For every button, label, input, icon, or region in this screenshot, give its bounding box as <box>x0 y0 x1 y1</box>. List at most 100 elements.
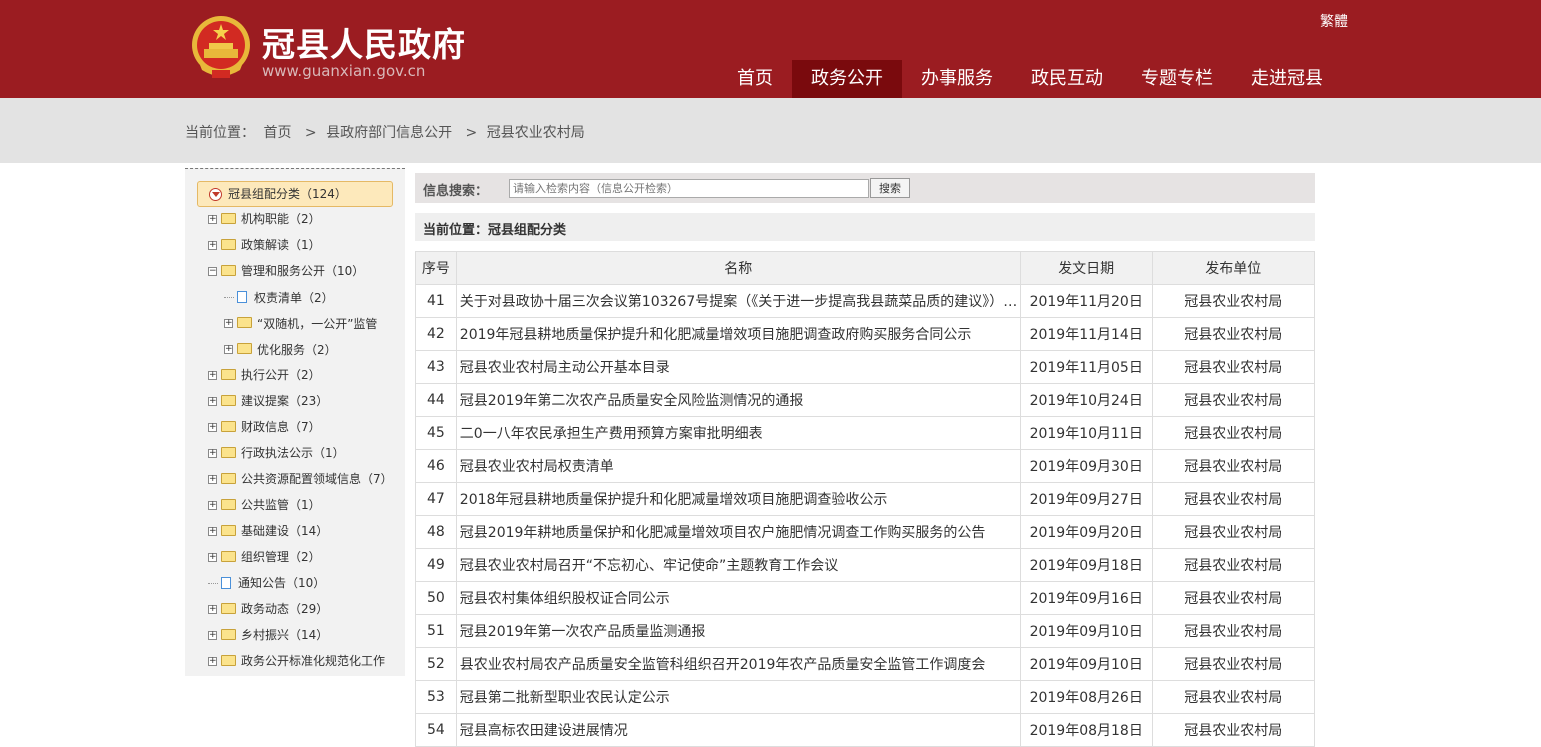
search-button[interactable]: 搜索 <box>870 178 910 198</box>
table-row: 44 冠县2019年第二次农产品质量安全风险监测情况的通报 2019年10月24日冠… <box>415 383 1316 417</box>
row-unit: 冠县农业农村局 <box>1151 515 1316 549</box>
tree-node-label: 公共监管（1） <box>241 498 321 512</box>
collapse-icon[interactable]: − <box>208 267 217 276</box>
nav-item-0[interactable]: 首页 <box>718 60 792 98</box>
expand-icon[interactable]: + <box>208 241 217 250</box>
tree-node[interactable]: + 机构职能（2） <box>208 209 321 229</box>
expand-icon[interactable]: + <box>208 657 217 666</box>
row-title-link[interactable]: 关于对县政协十届三次会议第103267号提案（《关于进一步提高我县蔬菜品质的建议… <box>455 284 1021 318</box>
tree-node[interactable]: + 优化服务（2） <box>224 339 337 359</box>
nav-item-5[interactable]: 走进冠县 <box>1232 60 1342 98</box>
row-date: 2019年09月18日 <box>1019 548 1153 582</box>
tree-node[interactable]: 权责清单（2） <box>224 287 334 307</box>
row-title-link[interactable]: 2019年冠县耕地质量保护提升和化肥减量增效项目施肥调查政府购买服务合同公示 <box>455 317 1021 351</box>
row-title-link[interactable]: 冠县2019年第二次农产品质量安全风险监测情况的通报 <box>455 383 1021 417</box>
traditional-chinese-link[interactable]: 繁體 <box>1320 11 1348 31</box>
expand-icon[interactable]: + <box>208 215 217 224</box>
row-title-link[interactable]: 冠县农业农村局主动公开基本目录 <box>455 350 1021 384</box>
row-unit: 冠县农业农村局 <box>1151 680 1316 714</box>
breadcrumb-current[interactable]: 冠县农业农村局 <box>487 125 585 141</box>
header-unit: 发布单位 <box>1151 251 1316 285</box>
table-row: 54 冠县高标农田建设进展情况 2019年08月18日 冠县农业农村局 <box>415 713 1316 747</box>
expand-icon[interactable]: + <box>208 397 217 406</box>
row-number: 43 <box>415 350 457 384</box>
tree-node[interactable]: + 建议提案（23） <box>208 391 328 411</box>
row-date: 2019年09月20日 <box>1019 515 1153 549</box>
nav-item-2[interactable]: 办事服务 <box>902 60 1012 98</box>
breadcrumb-home[interactable]: 首页 <box>263 125 291 141</box>
nav-item-1[interactable]: 政务公开 <box>792 60 902 98</box>
expand-icon[interactable]: + <box>208 527 217 536</box>
position-bar: 当前位置：冠县组配分类 <box>415 213 1315 241</box>
folder-icon <box>221 421 236 432</box>
expand-icon[interactable]: + <box>208 475 217 484</box>
tree-node[interactable]: + 财政信息（7） <box>208 417 321 437</box>
table-row: 43 冠县农业农村局主动公开基本目录 2019年11月05日 冠县农业农村局 <box>415 350 1316 384</box>
tree-node[interactable]: − 管理和服务公开（10） <box>208 261 364 281</box>
tree-node-label: 执行公开（2） <box>241 368 321 382</box>
tree-node[interactable]: + 公共资源配置领域信息（7） <box>208 469 393 489</box>
folder-icon <box>221 213 236 224</box>
expand-icon[interactable]: + <box>224 345 233 354</box>
tree-node[interactable]: + 基础建设（14） <box>208 521 328 541</box>
tree-node[interactable]: + 行政执法公示（1） <box>208 443 345 463</box>
table-row: 52 县农业农村局农产品质量安全监管科组织召开2019年农产品质量安全监管工作调度… <box>415 647 1316 681</box>
expand-icon[interactable]: + <box>208 553 217 562</box>
tree-node[interactable]: + 政务公开标准化规范化工作 <box>208 651 385 671</box>
tree-node[interactable]: + 执行公开（2） <box>208 365 321 385</box>
row-number: 41 <box>415 284 457 318</box>
row-title-link[interactable]: 2018年冠县耕地质量保护提升和化肥减量增效项目施肥调查验收公示 <box>455 482 1021 516</box>
expand-icon[interactable]: + <box>208 631 217 640</box>
tree-node[interactable]: 通知公告（10） <box>208 573 325 593</box>
tree-node-label: 政务公开标准化规范化工作 <box>241 654 386 668</box>
row-unit: 冠县农业农村局 <box>1151 647 1316 681</box>
expand-icon[interactable]: + <box>208 605 217 614</box>
table-row: 41 关于对县政协十届三次会议第103267号提案（《关于进一步提高我县蔬菜品质的… <box>415 284 1316 318</box>
folder-icon <box>221 525 236 536</box>
tree-root-item[interactable]: 冠县组配分类（124） <box>197 181 393 207</box>
row-title-link[interactable]: 冠县农业农村局召开“不忘初心、牢记使命”主题教育工作会议 <box>455 548 1021 582</box>
row-unit: 冠县农业农村局 <box>1151 284 1316 318</box>
position-title: 当前位置：冠县组配分类 <box>423 223 567 238</box>
row-title-link[interactable]: 冠县2019年第一次农产品质量监测通报 <box>455 614 1021 648</box>
category-tree: 冠县组配分类（124） + 机构职能（2） + 政策解读（1） − 管理和服务公开（10）… <box>185 168 405 676</box>
nav-item-4[interactable]: 专题专栏 <box>1122 60 1232 98</box>
table-row: 45 二0一八年农民承担生产费用预算方案审批明细表 2019年10月11日 冠县农业农… <box>415 416 1316 450</box>
row-title-link[interactable]: 冠县高标农田建设进展情况 <box>455 713 1021 747</box>
search-bar: 信息搜索： 搜索 <box>415 173 1315 203</box>
breadcrumb-separator: > <box>465 125 478 141</box>
folder-icon <box>221 369 236 380</box>
row-title-link[interactable]: 冠县第二批新型职业农民认定公示 <box>455 680 1021 714</box>
tree-node-label: 通知公告（10） <box>238 576 326 590</box>
expand-icon[interactable]: + <box>208 501 217 510</box>
site-url: www.guanxian.gov.cn <box>262 62 426 80</box>
row-title-link[interactable]: 冠县农村集体组织股权证合同公示 <box>455 581 1021 615</box>
row-unit: 冠县农业农村局 <box>1151 482 1316 516</box>
tree-node[interactable]: + “双随机，一公开”监管 <box>224 313 377 333</box>
folder-icon <box>221 447 236 458</box>
row-title-link[interactable]: 二0一八年农民承担生产费用预算方案审批明细表 <box>455 416 1021 450</box>
row-date: 2019年09月30日 <box>1019 449 1153 483</box>
tree-node[interactable]: + 乡村振兴（14） <box>208 625 328 645</box>
breadcrumb-dept-info[interactable]: 县政府部门信息公开 <box>326 125 452 141</box>
row-title-link[interactable]: 冠县农业农村局权责清单 <box>455 449 1021 483</box>
tree-node[interactable]: + 政务动态（29） <box>208 599 328 619</box>
emblem-icon <box>192 16 250 78</box>
tree-node[interactable]: + 组织管理（2） <box>208 547 321 567</box>
row-title-link[interactable]: 冠县2019年耕地质量保护和化肥减量增效项目农户施肥情况调查工作购买服务的公告 <box>455 515 1021 549</box>
row-date: 2019年09月10日 <box>1019 647 1153 681</box>
expand-icon[interactable]: + <box>224 319 233 328</box>
tree-node[interactable]: + 政策解读（1） <box>208 235 321 255</box>
search-input[interactable] <box>509 179 869 198</box>
tree-node[interactable]: + 公共监管（1） <box>208 495 321 515</box>
doc-icon <box>221 576 231 589</box>
row-title-link[interactable]: 县农业农村局农产品质量安全监管科组织召开2019年农产品质量安全监管工作调度会 <box>455 647 1021 681</box>
row-unit: 冠县农业农村局 <box>1151 548 1316 582</box>
expand-icon[interactable]: + <box>208 449 217 458</box>
expand-icon[interactable]: + <box>208 371 217 380</box>
nav-item-3[interactable]: 政民互动 <box>1012 60 1122 98</box>
row-number: 48 <box>415 515 457 549</box>
table-row: 49 冠县农业农村局召开“不忘初心、牢记使命”主题教育工作会议 2019年09月18… <box>415 548 1316 582</box>
expand-icon[interactable]: + <box>208 423 217 432</box>
table-row: 42 2019年冠县耕地质量保护提升和化肥减量增效项目施肥调查政府购买服务合同公示… <box>415 317 1316 351</box>
